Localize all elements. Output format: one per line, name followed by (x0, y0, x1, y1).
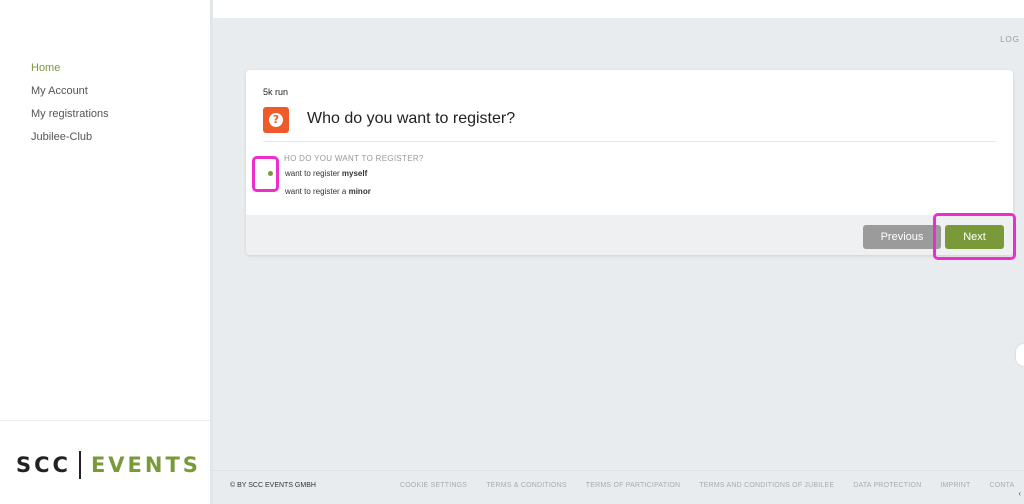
sidebar-item-my-account[interactable]: My Account (31, 80, 109, 103)
sidebar: Home My Account My registrations Jubilee… (0, 0, 213, 504)
sidebar-item-home[interactable]: Home (31, 57, 109, 80)
footer-link-terms-conditions[interactable]: TERMS & CONDITIONS (486, 482, 567, 489)
scc-events-logo[interactable]: SCC EVENTS (16, 450, 201, 480)
side-feedback-tab[interactable] (1016, 344, 1024, 366)
sidebar-divider (0, 420, 210, 421)
footer-link-contact[interactable]: CONTA (990, 482, 1015, 489)
card-footer: Previous Next (246, 215, 1013, 255)
logo-divider (78, 451, 81, 479)
copyright-text: © BY SCC EVENTS GMBH (230, 482, 316, 489)
chevron-left-icon[interactable]: ‹ (1018, 489, 1021, 498)
footer-link-cookie-settings[interactable]: COOKIE SETTINGS (400, 482, 467, 489)
logo-scc-text: SCC (16, 453, 71, 477)
sidebar-nav: Home My Account My registrations Jubilee… (31, 57, 109, 149)
option-register-myself[interactable]: want to register myself (265, 166, 367, 180)
question-title: Who do you want to register? (307, 110, 516, 127)
sidebar-item-my-registrations[interactable]: My registrations (31, 103, 109, 126)
sidebar-item-jubilee-club[interactable]: Jubilee-Club (31, 126, 109, 149)
option-register-minor[interactable]: want to register a minor (265, 184, 371, 198)
previous-button[interactable]: Previous (863, 225, 941, 249)
page-footer: © BY SCC EVENTS GMBH COOKIE SETTINGS TER… (213, 470, 1024, 504)
option-text: want to register a minor (285, 186, 371, 196)
logo-events-text: EVENTS (90, 453, 201, 477)
card-divider (263, 141, 996, 142)
footer-link-terms-jubilee[interactable]: TERMS AND CONDITIONS OF JUBILEE (699, 482, 834, 489)
footer-link-terms-participation[interactable]: TERMS OF PARTICIPATION (586, 482, 681, 489)
footer-link-imprint[interactable]: IMPRINT (940, 482, 970, 489)
footer-links: COOKIE SETTINGS TERMS & CONDITIONS TERMS… (400, 482, 1024, 489)
logout-link[interactable]: LOG (1000, 35, 1020, 44)
field-label: HO DO YOU WANT TO REGISTER? (284, 154, 424, 163)
question-badge: ? (263, 107, 289, 133)
main-content: LOG 5k run ? Who do you want to register… (213, 18, 1024, 504)
next-button[interactable]: Next (945, 225, 1004, 249)
radio-unchecked-icon[interactable] (268, 189, 273, 194)
option-text: want to register myself (285, 168, 368, 178)
registration-card: 5k run ? Who do you want to register? HO… (246, 70, 1013, 255)
event-name: 5k run (263, 87, 289, 97)
radio-checked-icon[interactable] (268, 170, 273, 176)
question-mark-icon: ? (269, 113, 283, 127)
footer-link-data-protection[interactable]: DATA PROTECTION (853, 482, 921, 489)
